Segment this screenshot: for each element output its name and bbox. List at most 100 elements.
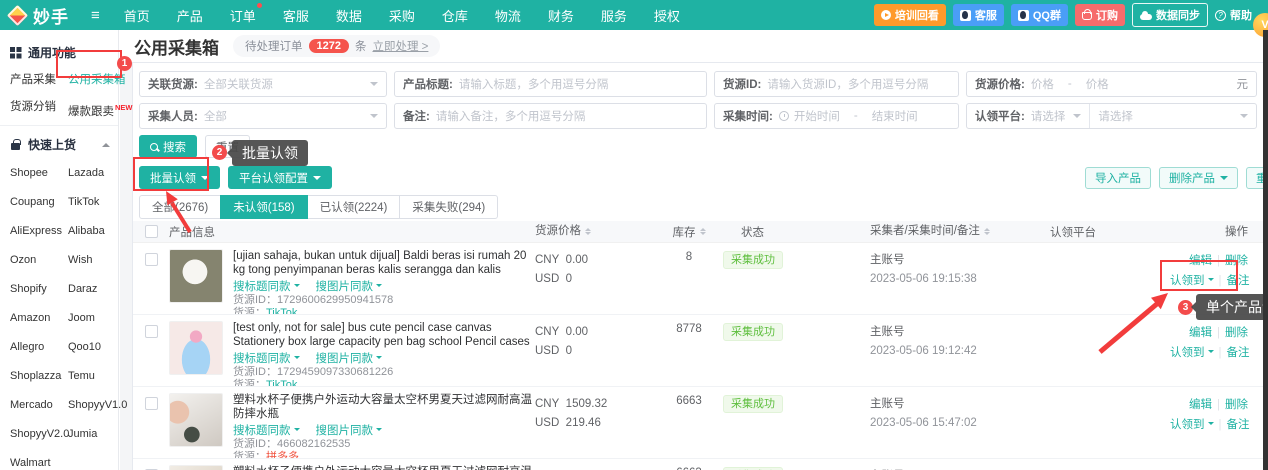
process-now-link[interactable]: 立即处理 > — [372, 38, 428, 54]
delete-link[interactable]: 删除 — [1225, 327, 1248, 339]
nav-item-orders[interactable]: 订单 — [230, 6, 256, 25]
edit-link[interactable]: 编辑 — [1189, 399, 1212, 411]
product-image[interactable] — [169, 393, 223, 447]
nav-item-services[interactable]: 服务 — [601, 6, 627, 25]
sidebar-item-shopee[interactable]: Shopee — [10, 159, 68, 188]
sidebar-item-daraz[interactable]: Daraz — [68, 275, 127, 304]
sidebar-item-joom[interactable]: Joom — [68, 304, 127, 333]
sidebar-item-public-collect-box[interactable]: 公用采集箱 — [68, 67, 133, 94]
nav-item-warehouse[interactable]: 仓库 — [442, 6, 468, 25]
header-price[interactable]: 货源价格 — [535, 222, 655, 241]
claim-platform-select[interactable]: 认领平台: 请选择 请选择 — [966, 103, 1257, 129]
help-button[interactable]: ? 帮助 — [1215, 7, 1252, 23]
sidebar-item-coupang[interactable]: Coupang — [10, 188, 68, 217]
sort-icon[interactable] — [585, 228, 591, 236]
sidebar-item-lazada[interactable]: Lazada — [68, 159, 127, 188]
product-title-input[interactable]: 产品标题: 请输入标题，多个用逗号分隔 — [394, 71, 707, 97]
sidebar-item-shopyyv2[interactable]: ShopyyV2.0 — [10, 420, 68, 449]
sidebar-item-temu[interactable]: Temu — [68, 362, 127, 391]
tab-all[interactable]: 全部(2676) — [139, 195, 221, 219]
claim-to-link[interactable]: 认领到 — [1170, 347, 1214, 359]
sidebar-item-alibaba[interactable]: Alibaba — [68, 217, 127, 246]
nav-item-products[interactable]: 产品 — [177, 6, 203, 25]
nav-item-finance[interactable]: 财务 — [548, 6, 574, 25]
sort-icon[interactable] — [984, 228, 990, 236]
product-image[interactable] — [169, 249, 223, 303]
menu-toggle-icon[interactable]: ≡ — [91, 7, 100, 24]
sidebar-item-product-collect[interactable]: 产品采集 — [10, 67, 68, 94]
price-range-input[interactable]: 货源价格: 价格 - 价格 元 — [966, 71, 1257, 97]
search-by-image-link[interactable]: 搜图片同款 — [316, 350, 383, 366]
sidebar-item-amazon[interactable]: Amazon — [10, 304, 68, 333]
customer-service-button[interactable]: 客服 — [953, 4, 1004, 26]
row-checkbox[interactable] — [145, 325, 158, 338]
search-by-title-link[interactable]: 搜标题同款 — [233, 350, 300, 366]
sidebar-item-tiktok[interactable]: TikTok — [68, 188, 127, 217]
sidebar-item-allegro[interactable]: Allegro — [10, 333, 68, 362]
remark-input[interactable]: 备注: 请输入备注，多个用逗号分隔 — [394, 103, 707, 129]
delete-link[interactable]: 删除 — [1225, 399, 1248, 411]
collect-time-range-input[interactable]: 采集时间: 开始时间 - 结束时间 — [714, 103, 959, 129]
remark-link[interactable]: 备注 — [1227, 347, 1250, 359]
edit-link[interactable]: 编辑 — [1189, 327, 1212, 339]
search-by-image-link[interactable]: 搜图片同款 — [316, 422, 383, 438]
brand-logo[interactable]: 妙手 — [10, 3, 69, 28]
sidebar-item-source-distribution[interactable]: 货源分销 — [10, 94, 68, 121]
sidebar-item-shopyyv1[interactable]: ShopyyV1.0 — [68, 391, 127, 420]
search-by-title-link[interactable]: 搜标题同款 — [233, 278, 300, 294]
source-platform-link[interactable]: TikTok — [266, 307, 297, 315]
source-platform-link[interactable]: TikTok — [266, 379, 297, 387]
collapse-icon[interactable] — [102, 139, 110, 147]
sidebar-item-walmart[interactable]: Walmart — [10, 449, 68, 470]
delete-link[interactable]: 删除 — [1225, 255, 1248, 267]
sidebar-item-shopify[interactable]: Shopify — [10, 275, 68, 304]
remark-link[interactable]: 备注 — [1227, 419, 1250, 431]
header-stock[interactable]: 库存 — [655, 224, 723, 240]
product-image[interactable] — [169, 465, 223, 470]
training-replay-button[interactable]: 培训回看 — [874, 4, 946, 26]
product-title[interactable]: 塑料水杯子便携户外运动大容量太空杯男夏天过滤网耐高温防摔水瓶 — [233, 465, 535, 470]
search-by-image-link[interactable]: 搜图片同款 — [316, 278, 383, 294]
sidebar-item-jumia[interactable]: Jumia — [68, 420, 127, 449]
nav-item-purchase[interactable]: 采购 — [389, 6, 415, 25]
claim-to-link[interactable]: 认领到 — [1170, 275, 1214, 287]
sidebar-item-qoo10[interactable]: Qoo10 — [68, 333, 127, 362]
nav-item-customer-service[interactable]: 客服 — [283, 6, 309, 25]
related-source-select[interactable]: 关联货源: 全部关联货源 — [139, 71, 387, 97]
delete-product-button[interactable]: 删除产品 — [1159, 167, 1238, 189]
sidebar-item-ozon[interactable]: Ozon — [10, 246, 68, 275]
row-checkbox[interactable] — [145, 397, 158, 410]
nav-item-logistics[interactable]: 物流 — [495, 6, 521, 25]
batch-claim-button[interactable]: 批量认领 — [139, 166, 220, 189]
remark-link[interactable]: 备注 — [1227, 275, 1250, 287]
subscribe-button[interactable]: 订购 — [1075, 4, 1125, 26]
nav-item-home[interactable]: 首页 — [124, 6, 150, 25]
search-button[interactable]: 搜索 — [139, 135, 197, 158]
product-title[interactable]: [test only, not for sale] bus cute penci… — [233, 321, 535, 349]
edit-link[interactable]: 编辑 — [1189, 255, 1212, 267]
sidebar-item-wish[interactable]: Wish — [68, 246, 127, 275]
header-collector[interactable]: 采集者/采集时间/备注 — [870, 222, 1040, 241]
nav-item-authorization[interactable]: 授权 — [654, 6, 680, 25]
product-title[interactable]: 塑料水杯子便携户外运动大容量太空杯男夏天过滤网耐高温防摔水瓶 — [233, 393, 535, 421]
tab-collect-failed[interactable]: 采集失败(294) — [399, 195, 498, 219]
source-platform-link[interactable]: 拼多多 — [266, 451, 299, 459]
nav-item-data[interactable]: 数据 — [336, 6, 362, 25]
collector-select[interactable]: 采集人员: 全部 — [139, 103, 387, 129]
claim-to-link[interactable]: 认领到 — [1170, 419, 1214, 431]
sidebar-item-mercado[interactable]: Mercado — [10, 391, 68, 420]
product-title[interactable]: [ujian sahaja, bukan untuk dijual] Baldi… — [233, 249, 535, 277]
tab-unclaimed[interactable]: 未认领(158) — [220, 195, 307, 219]
import-product-button[interactable]: 导入产品 — [1085, 167, 1151, 189]
source-id-input[interactable]: 货源ID: 请输入货源ID，多个用逗号分隔 — [714, 71, 959, 97]
qq-group-button[interactable]: QQ群 — [1011, 4, 1068, 26]
data-sync-button[interactable]: 数据同步 — [1132, 3, 1208, 27]
platform-claim-config-button[interactable]: 平台认领配置 — [228, 166, 332, 189]
search-by-title-link[interactable]: 搜标题同款 — [233, 422, 300, 438]
reset-button[interactable]: 重置 — [205, 135, 250, 158]
tab-claimed[interactable]: 已认领(2224) — [307, 195, 401, 219]
product-image[interactable] — [169, 321, 223, 375]
sort-icon[interactable] — [700, 228, 706, 236]
sidebar-item-aliexpress[interactable]: AliExpress — [10, 217, 68, 246]
sidebar-item-shoplazza[interactable]: Shoplazza — [10, 362, 68, 391]
